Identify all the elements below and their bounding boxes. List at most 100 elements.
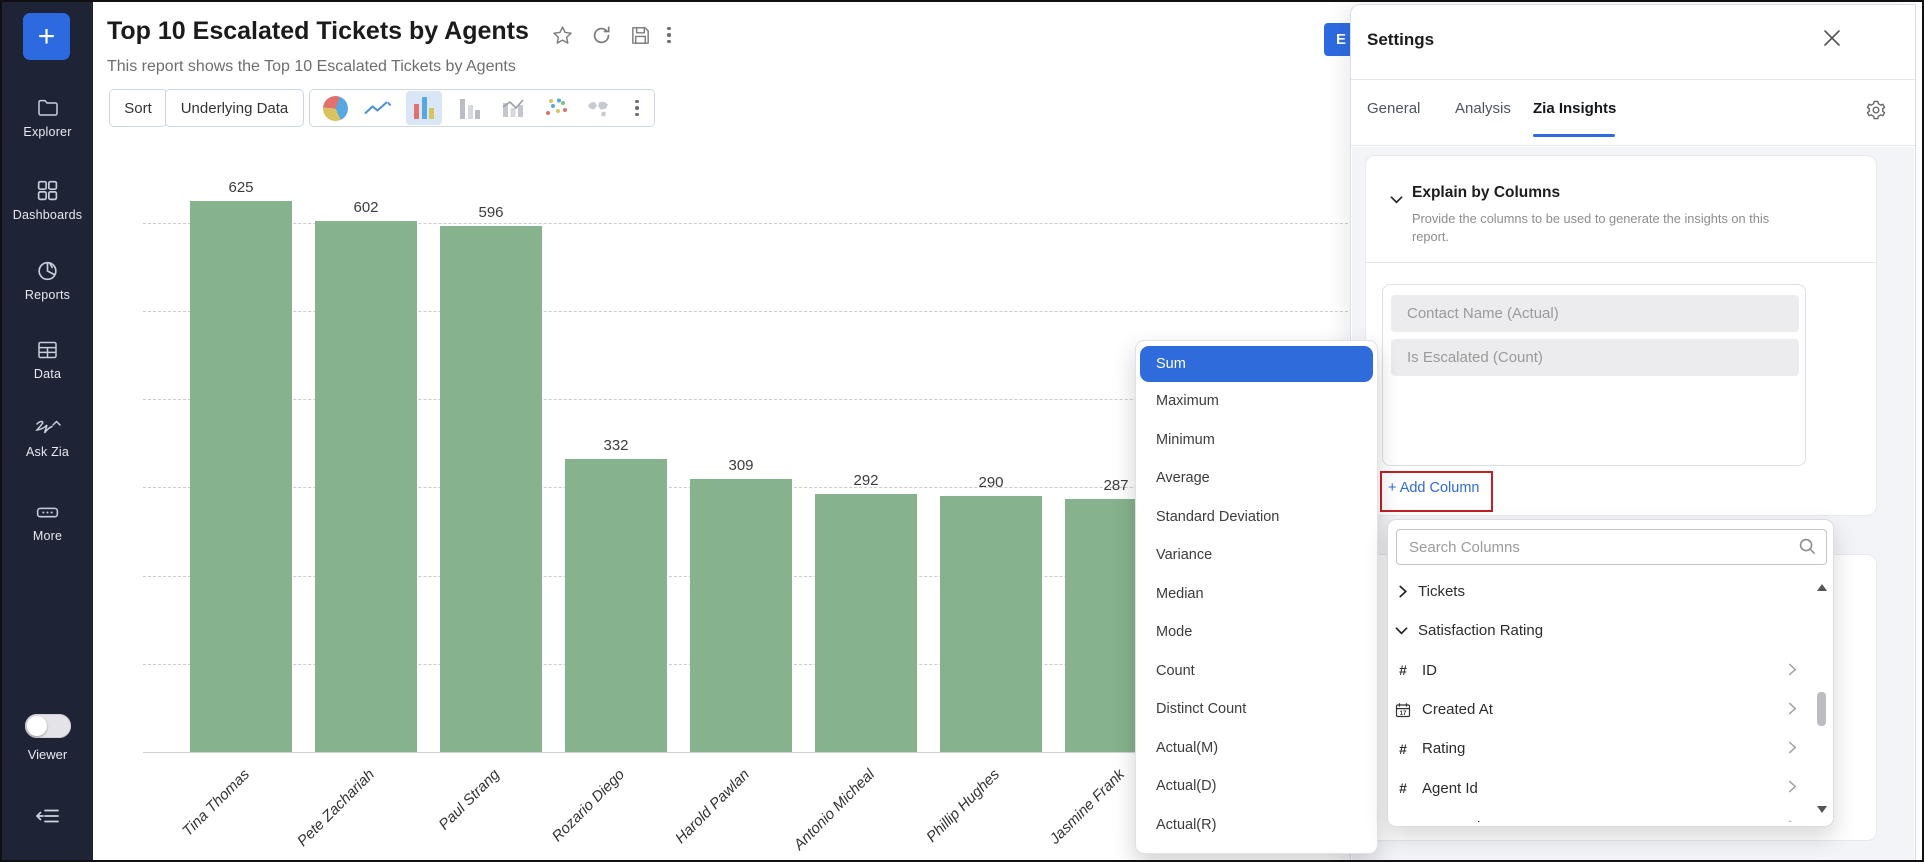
gridline	[143, 311, 1383, 312]
search-icon	[1798, 537, 1817, 561]
menu-item[interactable]: Actual(M)	[1140, 729, 1373, 768]
menu-item[interactable]: Actual(D)	[1140, 767, 1373, 806]
menu-item[interactable]: Actual(R)	[1140, 806, 1373, 845]
bar[interactable]	[690, 479, 792, 752]
title-more-menu-icon[interactable]	[667, 27, 671, 44]
bar-value-label: 332	[576, 437, 656, 454]
gear-icon[interactable]	[1865, 99, 1887, 121]
chevron-right-icon[interactable]	[1788, 780, 1797, 798]
explain-by-columns-card: Explain by Columns Provide the columns t…	[1365, 155, 1877, 516]
close-icon[interactable]	[1821, 27, 1843, 49]
field-label: Group Id	[1422, 819, 1480, 822]
field-row-rating[interactable]: # Rating	[1388, 729, 1811, 768]
favorite-star-icon[interactable]	[550, 23, 574, 47]
sidebar-item-reports[interactable]: Reports	[2, 258, 93, 302]
menu-item[interactable]: Maximum	[1140, 382, 1373, 421]
dashboards-icon	[35, 178, 60, 203]
bar-category-label: Tina Thomas	[121, 766, 253, 862]
bar-category-label: Pete Zachariah	[246, 766, 378, 862]
bar[interactable]	[315, 221, 417, 752]
menu-item[interactable]: Standard Deviation	[1140, 498, 1373, 537]
menu-item[interactable]: Distinct Count	[1140, 690, 1373, 729]
column-list-scrollbar[interactable]	[1816, 576, 1828, 820]
tree-item-label: Tickets	[1418, 583, 1465, 600]
more-icon	[34, 500, 61, 524]
svg-text:17: 17	[1400, 711, 1407, 717]
viewer-toggle[interactable]	[25, 714, 71, 738]
menu-item-sum-selected[interactable]: Sum	[1140, 346, 1373, 382]
number-type-icon: #	[1388, 780, 1418, 796]
chevron-right-icon[interactable]	[1788, 741, 1797, 759]
field-label: ID	[1422, 662, 1437, 679]
field-row-agent-id[interactable]: # Agent Id	[1388, 768, 1811, 807]
scrollbar-thumb[interactable]	[1817, 692, 1826, 726]
scatter-chart-icon[interactable]	[541, 93, 571, 123]
menu-item[interactable]: Mode	[1140, 613, 1373, 652]
line-chart-icon[interactable]	[363, 93, 393, 123]
tab-zia-insights[interactable]: Zia Insights	[1533, 100, 1616, 117]
app-window: + Explorer Dashboards Reports Data	[0, 0, 1924, 862]
create-new-button[interactable]: +	[23, 13, 70, 60]
number-type-icon: #	[1388, 662, 1418, 678]
collapse-arrow-icon	[34, 805, 62, 827]
tree-item-satisfaction-rating[interactable]: Satisfaction Rating	[1388, 611, 1811, 650]
bar-value-label: 596	[451, 204, 531, 221]
search-columns-input[interactable]	[1396, 529, 1827, 565]
pie-chart-icon[interactable]	[320, 93, 350, 123]
menu-item[interactable]: Minimum	[1140, 421, 1373, 460]
chart-type-toolbar	[309, 89, 655, 127]
chevron-right-icon[interactable]	[1788, 702, 1797, 720]
field-row-id[interactable]: # ID	[1388, 651, 1811, 690]
combo-bar-chart-icon[interactable]	[498, 93, 528, 123]
menu-item[interactable]: Median	[1140, 575, 1373, 614]
collapse-sidebar-button[interactable]	[2, 805, 93, 827]
bar-value-label: 625	[201, 179, 281, 196]
settings-panel-title: Settings	[1367, 30, 1434, 50]
active-tab-underline	[1533, 134, 1615, 137]
bar[interactable]	[190, 201, 292, 752]
map-chart-icon[interactable]	[584, 93, 614, 123]
refresh-icon[interactable]	[589, 23, 613, 47]
tree-item-tickets[interactable]: Tickets	[1388, 572, 1811, 611]
bar-value-label: 309	[701, 457, 781, 474]
sidebar-item-more[interactable]: More	[2, 500, 93, 543]
chevron-right-icon[interactable]	[1788, 820, 1797, 822]
underlying-data-button[interactable]: Underlying Data	[165, 89, 304, 127]
save-icon[interactable]	[628, 23, 652, 47]
chart-type-more-icon[interactable]	[635, 100, 639, 117]
bar-value-label: 602	[326, 199, 406, 216]
menu-item[interactable]: Average	[1140, 459, 1373, 498]
search-columns-field	[1396, 529, 1827, 565]
bar-category-label: Paul Strang	[371, 766, 503, 862]
menu-item[interactable]: Count	[1140, 652, 1373, 691]
menu-item[interactable]: Variance	[1140, 536, 1373, 575]
bar-value-label: 290	[951, 474, 1031, 491]
bar-category-label: Harold Pawlan	[621, 766, 753, 862]
sidebar-item-dashboards[interactable]: Dashboards	[2, 178, 93, 222]
chevron-down-icon	[1388, 626, 1414, 636]
field-row-created-at[interactable]: 17 Created At	[1388, 690, 1811, 729]
page-title: Top 10 Escalated Tickets by Agents	[107, 17, 529, 46]
chevron-down-icon[interactable]	[1390, 192, 1403, 210]
tab-general[interactable]: General	[1367, 100, 1420, 117]
field-row-group-id[interactable]: # Group Id	[1388, 808, 1811, 822]
chevron-right-icon[interactable]	[1788, 663, 1797, 681]
selected-columns-box: Contact Name (Actual) Is Escalated (Coun…	[1382, 284, 1806, 466]
selected-column-chip[interactable]: Is Escalated (Count)	[1391, 339, 1799, 376]
bar[interactable]	[565, 459, 667, 752]
sidebar-item-explorer[interactable]: Explorer	[2, 96, 93, 139]
selected-column-chip[interactable]: Contact Name (Actual)	[1391, 295, 1799, 332]
bar-chart-icon-selected[interactable]	[406, 91, 442, 125]
folder-icon	[35, 96, 61, 120]
bar[interactable]	[440, 226, 542, 752]
tab-analysis[interactable]: Analysis	[1455, 100, 1511, 117]
scroll-down-arrow[interactable]	[1817, 800, 1827, 818]
title-action-icons	[550, 23, 671, 47]
stacked-bar-chart-icon[interactable]	[455, 93, 485, 123]
sidebar-item-ask-zia[interactable]: Ask Zia	[2, 416, 93, 459]
bar[interactable]	[940, 496, 1042, 752]
bar[interactable]	[815, 494, 917, 752]
scroll-up-arrow[interactable]	[1817, 578, 1827, 596]
sidebar-item-data[interactable]: Data	[2, 338, 93, 381]
sort-button[interactable]: Sort	[109, 89, 167, 127]
